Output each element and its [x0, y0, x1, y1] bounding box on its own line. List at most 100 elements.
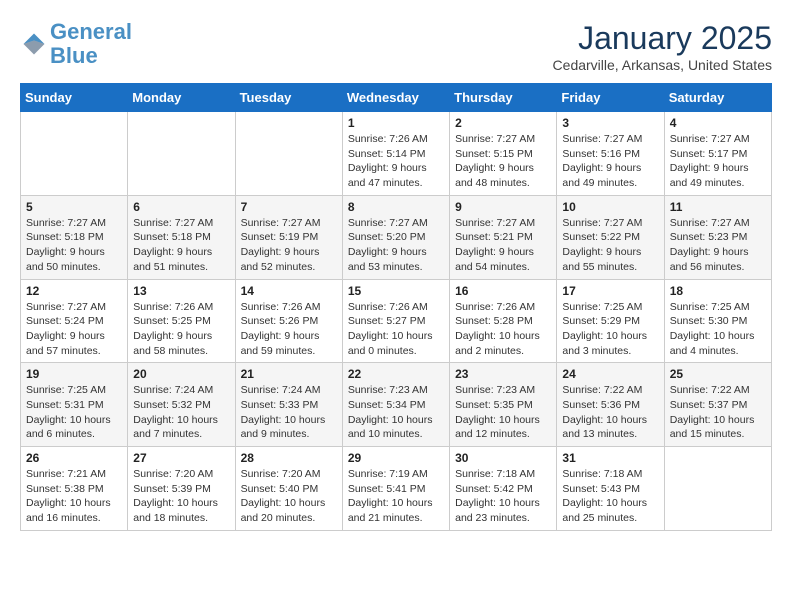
day-number: 25	[670, 367, 766, 381]
day-number: 31	[562, 451, 658, 465]
day-info: Sunrise: 7:24 AM Sunset: 5:33 PM Dayligh…	[241, 383, 337, 442]
calendar-cell: 17 Sunrise: 7:25 AM Sunset: 5:29 PM Dayli…	[557, 279, 664, 363]
calendar-week-3: 12 Sunrise: 7:27 AM Sunset: 5:24 PM Dayli…	[21, 279, 772, 363]
day-info: Sunrise: 7:27 AM Sunset: 5:23 PM Dayligh…	[670, 216, 766, 275]
day-info: Sunrise: 7:20 AM Sunset: 5:39 PM Dayligh…	[133, 467, 229, 526]
weekday-header-monday: Monday	[128, 84, 235, 112]
calendar-cell	[21, 112, 128, 196]
calendar-week-5: 26Sunrise: 7:21 AM Sunset: 5:38 PM Dayli…	[21, 447, 772, 531]
day-number: 6	[133, 200, 229, 214]
day-info: Sunrise: 7:26 AM Sunset: 5:14 PM Dayligh…	[348, 132, 444, 191]
day-info: Sunrise: 7:23 AM Sunset: 5:34 PM Dayligh…	[348, 383, 444, 442]
day-number: 29	[348, 451, 444, 465]
calendar-cell: 14 Sunrise: 7:26 AM Sunset: 5:26 PM Dayli…	[235, 279, 342, 363]
day-number: 14	[241, 284, 337, 298]
weekday-header-row: SundayMondayTuesdayWednesdayThursdayFrid…	[21, 84, 772, 112]
calendar-cell: 8Sunrise: 7:27 AM Sunset: 5:20 PM Daylig…	[342, 195, 449, 279]
calendar-cell: 2 Sunrise: 7:27 AM Sunset: 5:15 PM Daylig…	[450, 112, 557, 196]
day-info: Sunrise: 7:27 AM Sunset: 5:15 PM Dayligh…	[455, 132, 551, 191]
page-header: General Blue January 2025 Cedarville, Ar…	[20, 20, 772, 73]
calendar-cell: 23 Sunrise: 7:23 AM Sunset: 5:35 PM Dayli…	[450, 363, 557, 447]
day-number: 20	[133, 367, 229, 381]
day-info: Sunrise: 7:27 AM Sunset: 5:16 PM Dayligh…	[562, 132, 658, 191]
calendar-cell: 20 Sunrise: 7:24 AM Sunset: 5:32 PM Dayli…	[128, 363, 235, 447]
day-number: 30	[455, 451, 551, 465]
calendar-cell: 24 Sunrise: 7:22 AM Sunset: 5:36 PM Dayli…	[557, 363, 664, 447]
calendar-cell: 11 Sunrise: 7:27 AM Sunset: 5:23 PM Dayli…	[664, 195, 771, 279]
calendar-cell: 18 Sunrise: 7:25 AM Sunset: 5:30 PM Dayli…	[664, 279, 771, 363]
day-number: 17	[562, 284, 658, 298]
day-number: 21	[241, 367, 337, 381]
day-number: 4	[670, 116, 766, 130]
logo-text: General Blue	[50, 20, 132, 68]
day-number: 2	[455, 116, 551, 130]
weekday-header-saturday: Saturday	[664, 84, 771, 112]
day-info: Sunrise: 7:20 AM Sunset: 5:40 PM Dayligh…	[241, 467, 337, 526]
calendar-cell: 1 Sunrise: 7:26 AM Sunset: 5:14 PM Daylig…	[342, 112, 449, 196]
day-number: 3	[562, 116, 658, 130]
day-info: Sunrise: 7:27 AM Sunset: 5:17 PM Dayligh…	[670, 132, 766, 191]
calendar-cell: 19 Sunrise: 7:25 AM Sunset: 5:31 PM Dayli…	[21, 363, 128, 447]
calendar-cell: 7Sunrise: 7:27 AM Sunset: 5:19 PM Daylig…	[235, 195, 342, 279]
title-area: January 2025 Cedarville, Arkansas, Unite…	[553, 20, 772, 73]
day-number: 1	[348, 116, 444, 130]
calendar-cell: 22 Sunrise: 7:23 AM Sunset: 5:34 PM Dayli…	[342, 363, 449, 447]
day-info: Sunrise: 7:26 AM Sunset: 5:28 PM Dayligh…	[455, 300, 551, 359]
day-info: Sunrise: 7:27 AM Sunset: 5:21 PM Dayligh…	[455, 216, 551, 275]
day-info: Sunrise: 7:19 AM Sunset: 5:41 PM Dayligh…	[348, 467, 444, 526]
calendar-cell: 6 Sunrise: 7:27 AM Sunset: 5:18 PM Daylig…	[128, 195, 235, 279]
calendar-cell: 3 Sunrise: 7:27 AM Sunset: 5:16 PM Daylig…	[557, 112, 664, 196]
day-info: Sunrise: 7:26 AM Sunset: 5:27 PM Dayligh…	[348, 300, 444, 359]
weekday-header-friday: Friday	[557, 84, 664, 112]
day-info: Sunrise: 7:25 AM Sunset: 5:31 PM Dayligh…	[26, 383, 122, 442]
day-number: 24	[562, 367, 658, 381]
day-info: Sunrise: 7:25 AM Sunset: 5:30 PM Dayligh…	[670, 300, 766, 359]
calendar-cell: 9Sunrise: 7:27 AM Sunset: 5:21 PM Daylig…	[450, 195, 557, 279]
day-info: Sunrise: 7:18 AM Sunset: 5:43 PM Dayligh…	[562, 467, 658, 526]
weekday-header-wednesday: Wednesday	[342, 84, 449, 112]
day-info: Sunrise: 7:27 AM Sunset: 5:24 PM Dayligh…	[26, 300, 122, 359]
day-number: 27	[133, 451, 229, 465]
day-number: 8	[348, 200, 444, 214]
day-number: 28	[241, 451, 337, 465]
calendar-cell: 30 Sunrise: 7:18 AM Sunset: 5:42 PM Dayli…	[450, 447, 557, 531]
day-number: 22	[348, 367, 444, 381]
day-number: 7	[241, 200, 337, 214]
calendar-week-1: 1 Sunrise: 7:26 AM Sunset: 5:14 PM Daylig…	[21, 112, 772, 196]
day-info: Sunrise: 7:23 AM Sunset: 5:35 PM Dayligh…	[455, 383, 551, 442]
day-info: Sunrise: 7:24 AM Sunset: 5:32 PM Dayligh…	[133, 383, 229, 442]
day-info: Sunrise: 7:26 AM Sunset: 5:26 PM Dayligh…	[241, 300, 337, 359]
logo-icon	[20, 30, 48, 58]
calendar-cell: 5Sunrise: 7:27 AM Sunset: 5:18 PM Daylig…	[21, 195, 128, 279]
calendar-cell: 27 Sunrise: 7:20 AM Sunset: 5:39 PM Dayli…	[128, 447, 235, 531]
calendar-cell: 29 Sunrise: 7:19 AM Sunset: 5:41 PM Dayli…	[342, 447, 449, 531]
calendar-cell	[664, 447, 771, 531]
weekday-header-sunday: Sunday	[21, 84, 128, 112]
calendar-week-2: 5 Sunrise: 7:27 AM Sunset: 5:18 PM Daylig…	[21, 195, 772, 279]
calendar-cell	[235, 112, 342, 196]
month-title: January 2025	[553, 20, 772, 57]
day-number: 13	[133, 284, 229, 298]
weekday-header-tuesday: Tuesday	[235, 84, 342, 112]
day-number: 19	[26, 367, 122, 381]
day-number: 10	[562, 200, 658, 214]
day-number: 16	[455, 284, 551, 298]
day-number: 23	[455, 367, 551, 381]
calendar-cell: 12 Sunrise: 7:27 AM Sunset: 5:24 PM Dayli…	[21, 279, 128, 363]
calendar-cell: 21 Sunrise: 7:24 AM Sunset: 5:33 PM Dayli…	[235, 363, 342, 447]
calendar-week-4: 19 Sunrise: 7:25 AM Sunset: 5:31 PM Dayli…	[21, 363, 772, 447]
day-info: Sunrise: 7:18 AM Sunset: 5:42 PM Dayligh…	[455, 467, 551, 526]
day-number: 18	[670, 284, 766, 298]
day-number: 12	[26, 284, 122, 298]
day-info: Sunrise: 7:27 AM Sunset: 5:18 PM Dayligh…	[133, 216, 229, 275]
day-info: Sunrise: 7:21 AM Sunset: 5:38 PM Dayligh…	[26, 467, 122, 526]
day-info: Sunrise: 7:22 AM Sunset: 5:36 PM Dayligh…	[562, 383, 658, 442]
calendar-table: SundayMondayTuesdayWednesdayThursdayFrid…	[20, 83, 772, 531]
day-number: 5	[26, 200, 122, 214]
day-info: Sunrise: 7:25 AM Sunset: 5:29 PM Dayligh…	[562, 300, 658, 359]
calendar-cell: 26Sunrise: 7:21 AM Sunset: 5:38 PM Dayli…	[21, 447, 128, 531]
day-number: 15	[348, 284, 444, 298]
calendar-cell: 13Sunrise: 7:26 AM Sunset: 5:25 PM Dayli…	[128, 279, 235, 363]
calendar-cell: 31 Sunrise: 7:18 AM Sunset: 5:43 PM Dayli…	[557, 447, 664, 531]
day-number: 11	[670, 200, 766, 214]
